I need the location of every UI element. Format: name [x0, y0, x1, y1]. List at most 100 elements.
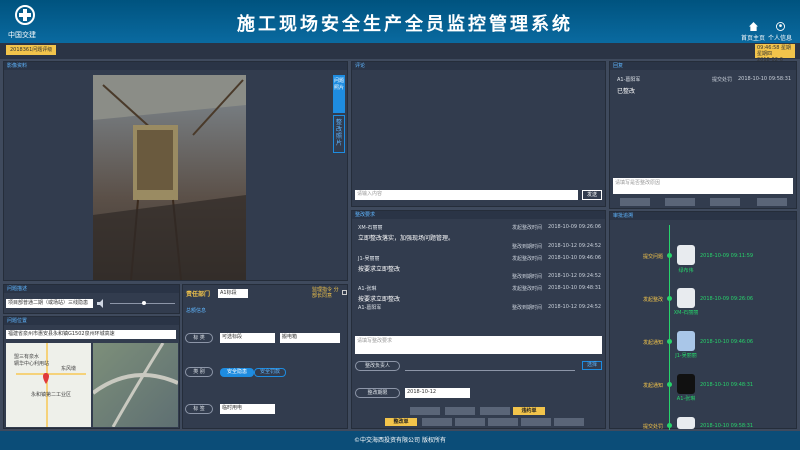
reply-option-3[interactable] [710, 198, 740, 206]
date-line-1: 09:46:58 星期星期四 [757, 45, 792, 57]
timeline-item-3-avatar[interactable] [677, 331, 695, 351]
site-photo-drawing [93, 75, 246, 281]
reply-option-1[interactable] [620, 198, 650, 206]
page-title: 施工现场安全生产全员监控管理系统 [237, 14, 573, 35]
home-button[interactable]: 首页主页 [738, 22, 768, 42]
rectify-item-2-extra-time: 2018-10-12 09:24:52 [548, 273, 602, 279]
rectify-item-3-extra: 整改到期时间 [512, 305, 543, 311]
map-label-3: 东风墩 [61, 366, 77, 372]
rectify-item-2-action: 发起整改时间 [512, 256, 543, 262]
timeline-item-5-time: 2018-10-10 09:58:31 [700, 423, 754, 429]
responsible-person-field[interactable] [405, 370, 575, 371]
rectify-item-1-extra-time: 2018-10-12 09:24:52 [548, 243, 602, 249]
row-3-label: 标 签 [185, 404, 213, 414]
problem-rating-tag: 2018361问题评级 [6, 45, 57, 55]
rectify-item-3-msg: 按要求立即整改 [358, 296, 401, 303]
timeline-item-4-name: A1-张琳 [676, 396, 696, 402]
responsible-dept-label: 责任部门 [186, 291, 211, 298]
option-button-1[interactable] [410, 407, 440, 415]
audio-slider-handle[interactable] [142, 301, 146, 305]
timeline-item-2-avatar[interactable] [677, 288, 695, 308]
reply-msg: 已整改 [617, 88, 636, 95]
reply-option-4[interactable] [757, 198, 787, 206]
speaker-icon[interactable] [96, 299, 106, 308]
option-button-3[interactable] [480, 407, 510, 415]
row-2-label: 类 别 [185, 367, 213, 377]
comment-input[interactable]: 请输入内容 [355, 190, 578, 200]
comments-title: 评论 [352, 62, 605, 70]
timeline-item-1-label: 提交问题 [642, 254, 663, 260]
timeline-item-4-avatar[interactable] [677, 374, 695, 394]
reply-title: 回复 [610, 62, 796, 70]
timeline-panel: 审批追溯 [609, 211, 797, 429]
site-photo[interactable] [93, 75, 246, 281]
rectify-item-2-name: J1-吴丽丽 [358, 256, 380, 262]
problem-text: 项目部普通二期（或场站）三线隐患 [6, 299, 93, 308]
timeline-item-1-dot [667, 253, 672, 258]
street-map[interactable]: 盟三有泉水 辋华中心利用站 东风墩 永和镇第二工业区 [6, 343, 91, 427]
timeline-item-4-label: 发起通知 [642, 383, 663, 389]
rectify-item-3-sub: A1-葛阳军 [358, 305, 382, 311]
user-info-button[interactable]: 个人信息 [765, 22, 795, 42]
satellite-map[interactable] [91, 342, 179, 428]
timeline-item-1-avatar[interactable] [677, 245, 695, 265]
pill-safety-hazard[interactable]: 安全隐患 [220, 368, 254, 377]
map-label-4: 永和镇第二工业区 [31, 392, 72, 398]
warning-checkbox[interactable] [342, 290, 347, 295]
level-title: 总额信息 [186, 308, 207, 314]
violation-notice-button[interactable]: 违约单 [513, 407, 545, 415]
timeline-item-3-time: 2018-10-10 09:46:06 [700, 339, 754, 345]
rectify-item-1-name: XM-石丽丽 [358, 225, 383, 231]
timeline-item-1-time: 2018-10-09 09:11:59 [700, 253, 754, 259]
option-button-7[interactable] [521, 418, 551, 426]
rectify-item-1-msg: 立即整改落实，加强现场问题管理。 [358, 235, 455, 242]
timeline-item-5-avatar[interactable] [677, 417, 695, 429]
rectify-item-2-time: 2018-10-10 09:46:06 [548, 255, 602, 261]
company-logo-text: 中国交建 [8, 31, 36, 39]
rectify-requirement-input[interactable]: 请填写整改要求 [355, 336, 602, 354]
rectify-item-1-extra: 整改到期时间 [512, 244, 543, 250]
timeline-item-4-dot [667, 382, 672, 387]
responsible-dept-select[interactable]: A1标段 [218, 289, 248, 298]
row-3-select[interactable]: 临时用电 [220, 404, 275, 414]
map-label-2: 辋华中心利用站 [14, 361, 50, 367]
rectify-order-button[interactable]: 整改单 [385, 418, 417, 426]
option-button-2[interactable] [445, 407, 475, 415]
option-button-4[interactable] [422, 418, 452, 426]
reply-option-2[interactable] [665, 198, 695, 206]
timeline-item-5-label: 提交处罚 [642, 424, 663, 430]
deadline-label: 整改期限 [355, 388, 400, 398]
tab-problem-photo[interactable]: 问题照片 [333, 75, 345, 113]
rectify-title: 整改要求 [352, 211, 605, 219]
problem-title: 问题描述 [4, 285, 179, 293]
photo-tabs: 问题照片 整改照片 [333, 75, 345, 155]
map-pin-icon [43, 373, 49, 384]
home-icon [748, 22, 758, 31]
timeline-item-5-dot [667, 423, 672, 428]
sub-bar [0, 43, 800, 59]
pill-safety-fine[interactable]: 安全罚款 [254, 368, 286, 377]
timeline-item-4-time: 2018-10-10 09:48:31 [700, 382, 754, 388]
reply-time: 2018-10-10 09:58:31 [738, 76, 792, 82]
row-1-input[interactable]: 搬电箱 [280, 333, 340, 343]
reply-input[interactable]: 请填写是否整改原因 [613, 178, 793, 194]
send-button[interactable]: 发送 [582, 190, 602, 200]
rectify-item-1-action: 发起整改时间 [512, 225, 543, 231]
comments-panel: 评论 [351, 61, 606, 207]
date-box: 09:46:58 星期星期四 2018-02-6 [755, 44, 795, 63]
rectify-item-3-time: 2018-10-10 09:48:31 [548, 285, 602, 291]
option-button-8[interactable] [554, 418, 584, 426]
row-1-label: 标 类 [185, 333, 213, 343]
timeline-item-1-name: 绿布伟 [678, 268, 694, 274]
row-1-select[interactable]: 可选标段 [220, 333, 275, 343]
rectify-item-3-name: A1-张琳 [358, 286, 377, 292]
location-text: 福建省泉州市惠安县永和镇G1502泉州环城高速 [6, 330, 176, 339]
footer: ©中交海西投资有限公司 版权所有 [0, 431, 800, 450]
deadline-input[interactable]: 2018-10-12 [405, 388, 470, 398]
photo-panel-title: 影像资料 [4, 62, 347, 70]
option-button-5[interactable] [455, 418, 485, 426]
timeline-item-3-name: J1-吴丽丽 [675, 353, 697, 359]
choose-button[interactable]: 选择 [582, 361, 602, 370]
tab-rectify-photo[interactable]: 整改照片 [333, 115, 345, 153]
option-button-6[interactable] [488, 418, 518, 426]
